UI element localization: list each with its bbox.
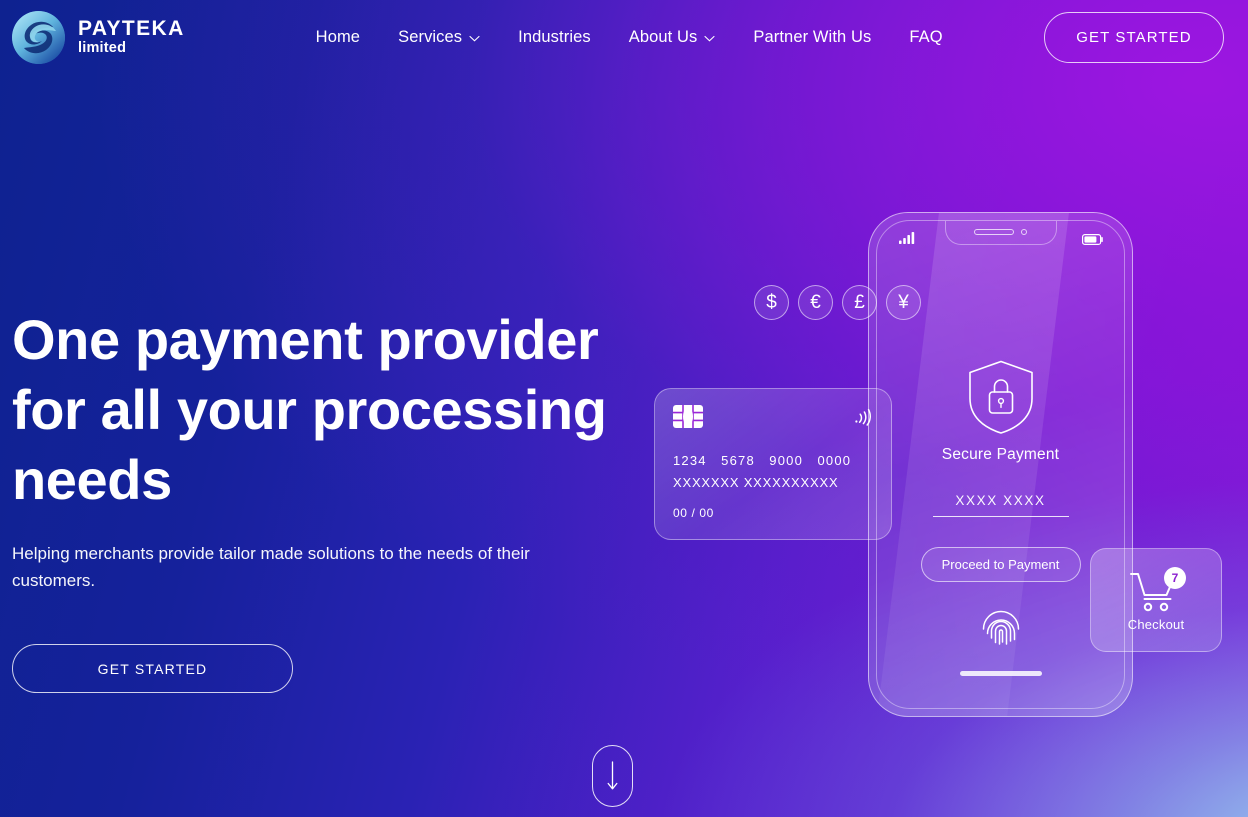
signal-bars-icon — [899, 231, 916, 249]
nav-item-label: About Us — [628, 27, 698, 46]
secure-payment-label: Secure Payment — [941, 446, 1060, 463]
currency-dollar-icon[interactable]: $ — [754, 285, 789, 320]
credit-card-mockup: 1234 5678 9000 0000 XXXXXXX XXXXXXXXXX 0… — [654, 388, 892, 540]
chevron-down-icon — [704, 35, 715, 42]
checkout-tile[interactable]: 7 Checkout — [1090, 548, 1222, 652]
fingerprint-icon[interactable] — [980, 608, 1022, 650]
header-get-started-button[interactable]: GET STARTED — [1044, 11, 1224, 63]
scroll-down-arrow-icon[interactable] — [592, 745, 633, 807]
pin-input-field[interactable]: XXXX XXXX — [932, 493, 1069, 517]
hero-page: PAYTEKA limited Home Services Industries… — [0, 0, 1248, 817]
nav-item-partner-with-us[interactable]: Partner With Us — [734, 20, 890, 55]
hero-copy: One payment provider for all your proces… — [12, 305, 632, 693]
card-number: 1234 5678 9000 0000 — [673, 453, 852, 468]
nav-item-about-us[interactable]: About Us — [610, 20, 735, 55]
secure-payment-block: Secure Payment XXXX XXXX Proceed to Paym… — [877, 358, 1124, 582]
nav-item-industries[interactable]: Industries — [499, 20, 610, 55]
currency-yen-icon[interactable]: ¥ — [886, 285, 921, 320]
nav-item-services[interactable]: Services — [379, 20, 499, 55]
shield-lock-icon — [966, 358, 1036, 436]
brand-subtitle: limited — [78, 40, 127, 57]
nav-item-label: Services — [398, 27, 463, 46]
nav-item-label: FAQ — [909, 27, 943, 46]
nav-item-faq[interactable]: FAQ — [890, 20, 961, 55]
home-indicator-bar — [959, 671, 1042, 676]
checkout-label: Checkout — [1127, 616, 1185, 632]
nav-item-home[interactable]: Home — [297, 20, 379, 55]
shopping-cart-icon: 7 — [1128, 566, 1186, 613]
page-title: One payment provider for all your proces… — [12, 308, 607, 511]
card-chip-icon — [673, 405, 703, 428]
contactless-payment-icon — [854, 407, 873, 426]
hero-subtitle: Helping merchants provide tailor made so… — [12, 544, 530, 590]
battery-icon — [1082, 232, 1104, 250]
nav-item-label: Home — [315, 27, 361, 46]
currency-selector: $ € £ ¥ — [754, 285, 921, 320]
main-navigation: Home Services Industries About Us Partne… — [297, 20, 962, 55]
currency-pound-icon[interactable]: £ — [842, 285, 877, 320]
card-expiry: 00 / 00 — [673, 506, 714, 520]
cart-badge-count: 7 — [1164, 566, 1186, 589]
earpiece-speaker-icon — [974, 229, 1014, 235]
currency-euro-icon[interactable]: € — [798, 285, 833, 320]
phone-notch — [944, 221, 1057, 245]
brand-logo-link[interactable]: PAYTEKA limited — [12, 10, 185, 64]
front-camera-icon — [1021, 229, 1027, 235]
card-holder-name: XXXXXXX XXXXXXXXXX — [673, 475, 839, 490]
payteka-swirl-logo-icon — [12, 10, 65, 64]
chevron-down-icon — [469, 35, 480, 42]
nav-item-label: Industries — [518, 27, 591, 46]
site-header: PAYTEKA limited Home Services Industries… — [0, 0, 1248, 74]
proceed-to-payment-button[interactable]: Proceed to Payment — [920, 547, 1081, 582]
hero-get-started-button[interactable]: GET STARTED — [12, 644, 293, 693]
payment-illustration: Secure Payment XXXX XXXX Proceed to Paym… — [640, 190, 1248, 750]
nav-item-label: Partner With Us — [753, 27, 872, 46]
brand-name: PAYTEKA — [78, 16, 185, 40]
